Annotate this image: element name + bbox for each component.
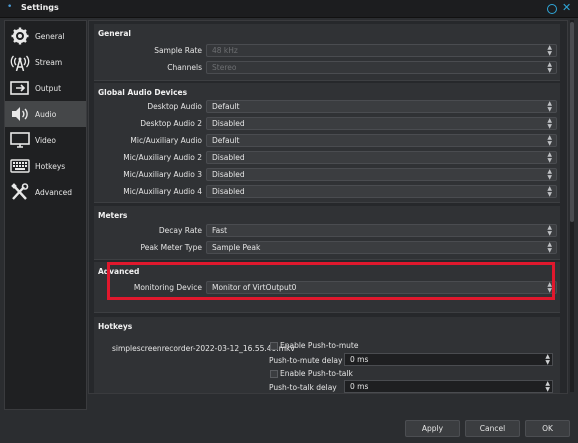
sidebar-item-label: General (35, 31, 65, 41)
mic-aux-audio-3-label: Mic/Auxiliary Audio 3 (123, 170, 202, 179)
channels-select[interactable]: Stereo ▲ ▼ (206, 61, 557, 74)
channels-label: Channels (167, 63, 202, 72)
decay-rate-select[interactable]: Fast ▲ ▼ (206, 224, 557, 237)
sidebar-item-advanced[interactable]: Advanced (5, 179, 86, 205)
sidebar-item-audio[interactable]: Audio (5, 101, 86, 127)
close-icon[interactable]: ✕ (562, 1, 574, 14)
settings-sidebar: General Stream Output Audio Video Hotkey… (4, 20, 87, 410)
select-value: 48 kHz (212, 46, 238, 55)
output-icon (9, 79, 31, 97)
sidebar-item-output[interactable]: Output (5, 75, 86, 101)
enable-push-to-talk-label: Enable Push-to-talk (280, 369, 353, 378)
speaker-icon (9, 105, 31, 123)
scrollbar-thumb[interactable] (570, 22, 574, 222)
general-group: General Sample Rate 48 kHz ▲ ▼ Channels S… (94, 24, 560, 81)
spin-value: 0 ms (350, 355, 369, 364)
group-title: Meters (98, 211, 128, 220)
updown-arrows-icon: ▲ ▼ (547, 100, 552, 113)
gear-icon (9, 27, 31, 45)
updown-arrows-icon: ▲ ▼ (547, 185, 552, 198)
enable-push-to-mute-label: Enable Push-to-mute (280, 341, 359, 350)
meters-group: Meters Decay Rate Fast ▲ ▼ Peak Meter Typ… (94, 206, 560, 260)
mic-aux-audio-select[interactable]: Default ▲ ▼ (206, 134, 557, 147)
select-value: Default (212, 102, 240, 111)
settings-content: General Sample Rate 48 kHz ▲ ▼ Channels S… (88, 20, 568, 394)
push-to-talk-delay-input[interactable]: 0 ms ▲ ▼ (344, 380, 553, 393)
mic-aux-audio-4-select[interactable]: Disabled ▲ ▼ (206, 185, 557, 198)
sample-rate-select[interactable]: 48 kHz ▲ ▼ (206, 44, 557, 57)
sidebar-item-hotkeys[interactable]: Hotkeys (5, 153, 86, 179)
select-value: Monitor of VirtOutput0 (212, 283, 297, 292)
window-title: Settings (21, 3, 59, 12)
apply-button[interactable]: Apply (405, 420, 460, 437)
global-audio-group: Global Audio Devices Desktop Audio Defau… (94, 83, 560, 203)
enable-push-to-mute-checkbox[interactable] (270, 342, 278, 350)
select-value: Disabled (212, 187, 245, 196)
updown-arrows-icon: ▲ ▼ (547, 117, 552, 130)
desktop-audio-label: Desktop Audio (147, 102, 202, 111)
tools-icon (9, 183, 31, 201)
monitor-icon (9, 131, 31, 149)
push-to-mute-delay-label: Push-to-mute delay (269, 356, 343, 365)
restore-icon[interactable] (547, 4, 557, 14)
mic-aux-audio-2-select[interactable]: Disabled ▲ ▼ (206, 151, 557, 164)
updown-arrows-icon: ▲ ▼ (547, 61, 552, 74)
ok-button[interactable]: OK (525, 420, 570, 437)
sidebar-item-label: Video (35, 135, 57, 145)
updown-arrows-icon: ▲ ▼ (547, 224, 552, 237)
select-value: Stereo (212, 63, 237, 72)
updown-arrows-icon: ▲ ▼ (547, 281, 552, 294)
spin-value: 0 ms (350, 382, 369, 391)
sidebar-item-general[interactable]: General (5, 23, 86, 49)
monitoring-device-select[interactable]: Monitor of VirtOutput0 ▲ ▼ (206, 281, 557, 294)
decay-rate-label: Decay Rate (158, 226, 202, 235)
hotkeys-group: Hotkeys simplescreenrecorder-2022-03-12_… (94, 317, 560, 393)
monitoring-device-label: Monitoring Device (133, 283, 202, 292)
sidebar-item-label: Audio (35, 109, 57, 119)
mic-aux-audio-label: Mic/Auxiliary Audio (130, 136, 202, 145)
select-value: Sample Peak (212, 243, 261, 252)
sidebar-item-video[interactable]: Video (5, 127, 86, 153)
select-value: Disabled (212, 119, 245, 128)
sidebar-item-label: Hotkeys (35, 161, 66, 171)
updown-arrows-icon: ▲ ▼ (547, 134, 552, 147)
broadcast-antenna-icon (9, 53, 31, 71)
updown-arrows-icon: ▲ ▼ (547, 151, 552, 164)
select-value: Disabled (212, 170, 245, 179)
desktop-audio-select[interactable]: Default ▲ ▼ (206, 100, 557, 113)
push-to-talk-delay-label: Push-to-talk delay (269, 383, 337, 392)
peak-meter-type-label: Peak Meter Type (140, 243, 202, 252)
sidebar-item-label: Output (35, 83, 62, 93)
sidebar-item-stream[interactable]: Stream (5, 49, 86, 75)
enable-push-to-talk-checkbox[interactable] (270, 370, 278, 378)
select-value: Default (212, 136, 240, 145)
group-title: Advanced (98, 267, 140, 276)
updown-arrows-icon: ▲ ▼ (547, 168, 552, 181)
push-to-mute-delay-input[interactable]: 0 ms ▲ ▼ (344, 353, 553, 366)
mic-aux-audio-3-select[interactable]: Disabled ▲ ▼ (206, 168, 557, 181)
updown-arrows-icon: ▲ ▼ (547, 44, 552, 57)
group-title: Hotkeys (98, 322, 133, 331)
sidebar-item-label: Advanced (35, 187, 73, 197)
spin-arrows-icon[interactable]: ▲ ▼ (545, 354, 550, 366)
mic-aux-audio-2-label: Mic/Auxiliary Audio 2 (123, 153, 202, 162)
sample-rate-label: Sample Rate (154, 46, 202, 55)
hotkey-source-name: simplescreenrecorder-2022-03-12_16.55.40… (112, 344, 295, 353)
desktop-audio-2-select[interactable]: Disabled ▲ ▼ (206, 117, 557, 130)
updown-arrows-icon: ▲ ▼ (547, 241, 552, 254)
select-value: Fast (212, 226, 228, 235)
cancel-button[interactable]: Cancel (465, 420, 520, 437)
spin-arrows-icon[interactable]: ▲ ▼ (545, 381, 550, 393)
select-value: Disabled (212, 153, 245, 162)
group-title: General (98, 29, 131, 38)
peak-meter-type-select[interactable]: Sample Peak ▲ ▼ (206, 241, 557, 254)
keyboard-icon (9, 157, 31, 175)
group-title: Global Audio Devices (98, 88, 188, 97)
app-menu-icon[interactable]: • (7, 2, 12, 12)
mic-aux-audio-4-label: Mic/Auxiliary Audio 4 (123, 187, 202, 196)
advanced-group: Advanced Monitoring Device Monitor of Vi… (94, 262, 560, 313)
sidebar-item-label: Stream (35, 57, 63, 67)
desktop-audio-2-label: Desktop Audio 2 (140, 119, 202, 128)
title-bar: • Settings ✕ (0, 0, 578, 18)
